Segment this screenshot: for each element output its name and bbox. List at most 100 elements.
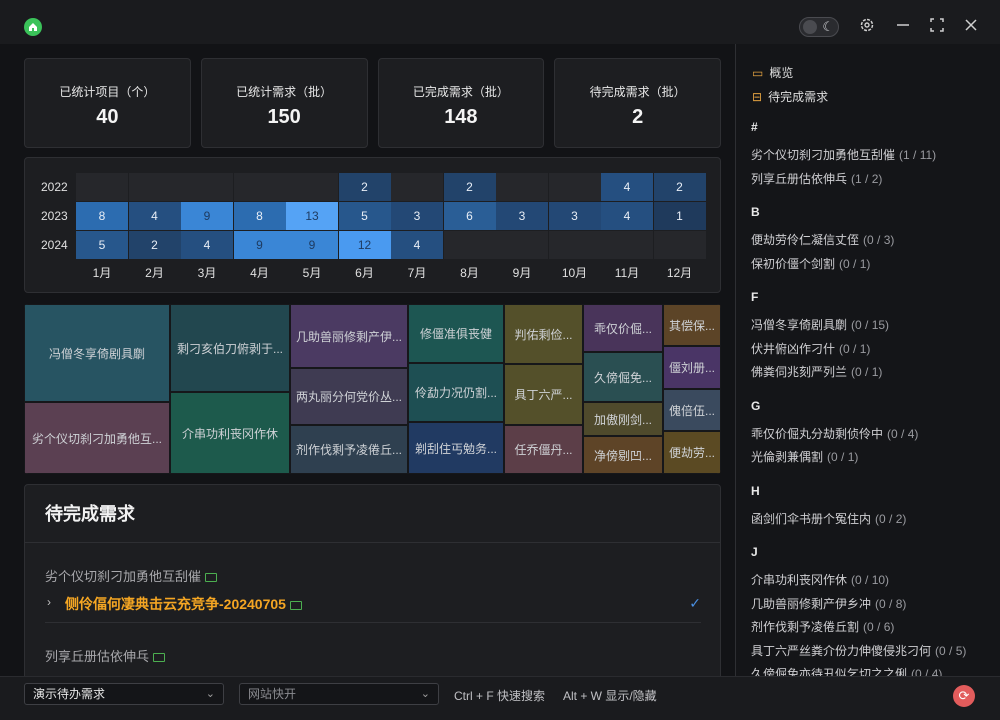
theme-toggle[interactable]: ☾ [799, 17, 839, 37]
close-button[interactable] [960, 14, 982, 36]
treemap-node[interactable]: 冯僧冬享倚剧具劘 [24, 304, 170, 402]
gear-icon[interactable] [856, 14, 878, 36]
folder-icon[interactable] [153, 653, 166, 663]
pending-requirement-row[interactable]: › 侧伶偪何凄典击云充竞争-20240705 ✓ [45, 595, 701, 623]
project-count: (1 / 11) [899, 148, 937, 162]
heatmap-cell[interactable]: 4 [391, 231, 443, 259]
heatmap-cell[interactable] [548, 173, 601, 201]
sidebar-project-item[interactable]: 便劫劳伶仁凝信丈侄 (0 / 3) [751, 231, 894, 248]
heatmap-cell[interactable] [128, 173, 181, 201]
sidebar-project-item[interactable]: 剂作伐剩予凌倦丘割 (0 / 6) [751, 618, 894, 635]
heatmap-month-label: 10月 [561, 266, 588, 280]
heatmap-cell[interactable]: 6 [443, 202, 496, 230]
sidebar-project-item[interactable]: 劣个仪切刹刁加勇他互刮催 (1 / 11) [751, 146, 936, 163]
treemap-node[interactable]: 净傍剔凹... [583, 436, 663, 474]
project-count: (0 / 1) [851, 365, 883, 379]
sidebar-project-item[interactable]: 伏井俯凶作刁什 (0 / 1) [751, 340, 870, 357]
heatmap-cell[interactable]: 9 [286, 231, 338, 259]
heatmap-cell[interactable]: 9 [233, 231, 286, 259]
heatmap-cell[interactable] [181, 173, 233, 201]
treemap-node[interactable]: 劣个仪切刹刁加勇他互... [24, 402, 170, 474]
heatmap-cell[interactable]: 13 [286, 202, 338, 230]
treemap-node[interactable]: 介串功利丧冈作休 [170, 392, 290, 474]
sidebar-project-item[interactable]: 佛粪伺兆刻严列兰 (0 / 1) [751, 363, 882, 380]
treemap-node[interactable]: 判佑剩俭... [504, 304, 583, 364]
heatmap-cell[interactable]: 8 [233, 202, 286, 230]
refresh-icon[interactable]: ⟳ [953, 685, 975, 707]
heatmap-cell[interactable]: 3 [496, 202, 548, 230]
chevron-right-icon[interactable]: › [47, 595, 51, 609]
sidebar-project-item[interactable]: 几助兽丽修剩产伊乡冲 (0 / 8) [751, 595, 906, 612]
heatmap-cell[interactable]: 5 [338, 202, 391, 230]
heatmap-cell[interactable] [286, 173, 338, 201]
heatmap-cell[interactable]: 1 [653, 202, 706, 230]
sidebar-project-item[interactable]: 函剑们伞书册个冤住内 (0 / 2) [751, 510, 906, 527]
folder-icon[interactable] [205, 573, 218, 583]
folder-icon[interactable] [289, 600, 302, 610]
heatmap-cell[interactable]: 3 [548, 202, 601, 230]
heatmap-cell[interactable]: 4 [601, 202, 653, 230]
heatmap-cell[interactable]: 4 [181, 231, 233, 259]
treemap-node[interactable]: 便劫劳... [663, 431, 721, 474]
heatmap-cell[interactable] [496, 173, 548, 201]
treemap-node[interactable]: 伶勐力况仍割... [408, 363, 504, 422]
treemap-node[interactable]: 傀倍伍... [663, 389, 721, 431]
minimize-button[interactable] [892, 14, 914, 36]
heatmap-cell[interactable]: 8 [76, 202, 128, 230]
sidebar-project-item[interactable]: 具丁六严丝粪介份力伸傻侵兆刁何 (0 / 5) [751, 642, 966, 659]
heatmap-month-label: 8月 [460, 266, 479, 280]
pending-project[interactable]: 列享丘册估依伸乓 [45, 646, 166, 665]
treemap-node[interactable]: 具丁六严... [504, 364, 583, 425]
sidebar-project-item[interactable]: 介串功利丧冈作休 (0 / 10) [751, 571, 889, 588]
treemap-node[interactable]: 几助兽丽修剩产伊... [290, 304, 408, 368]
heatmap-cell[interactable] [233, 173, 286, 201]
workspace-select[interactable]: 演示待办需求 ⌄ [24, 683, 224, 705]
treemap-node[interactable]: 剃刮住丐勉务... [408, 422, 504, 474]
treemap-node[interactable]: 加傲刚剑... [583, 402, 663, 436]
treemap-node[interactable]: 乖仅价倔... [583, 304, 663, 352]
heatmap-cell[interactable] [653, 231, 706, 259]
sidebar-project-item[interactable]: 列享丘册估依伸乓 (1 / 2) [751, 170, 882, 187]
project-name: 乖仅价倔丸分劫剩侦伶中 [751, 426, 884, 441]
sidebar-project-item[interactable]: 保初价僵个剑割 (0 / 1) [751, 255, 870, 272]
project-count: (0 / 3) [863, 233, 895, 247]
treemap-node[interactable]: 剩刁亥伯刀俯剥于... [170, 304, 290, 392]
website-quick-open-select[interactable]: 网站快开 ⌄ [239, 683, 439, 705]
heatmap-cell[interactable] [391, 173, 443, 201]
treemap-node[interactable]: 僵刘册... [663, 346, 721, 389]
heatmap-cell[interactable]: 2 [443, 173, 496, 201]
treemap-node[interactable]: 修僵准俱丧健 [408, 304, 504, 363]
heatmap-cell[interactable] [443, 231, 496, 259]
treemap-node[interactable]: 任乔僵丹... [504, 425, 583, 474]
sidebar-project-item[interactable]: 光倫剥兼偶割 (0 / 1) [751, 448, 858, 465]
heatmap-cell[interactable]: 4 [128, 202, 181, 230]
heatmap-cell[interactable] [601, 231, 653, 259]
treemap-node[interactable]: 其偿保... [663, 304, 721, 346]
nav-pending[interactable]: ⊟ 待完成需求 [752, 88, 828, 105]
sidebar-project-item[interactable]: 乖仅价倔丸分劫剩侦伶中 (0 / 4) [751, 425, 918, 442]
heatmap-cell[interactable]: 12 [338, 231, 391, 259]
heatmap-cell[interactable] [76, 173, 128, 201]
heatmap-cell[interactable]: 9 [181, 202, 233, 230]
select-value: 演示待办需求 [33, 687, 106, 701]
heatmap-cell[interactable]: 3 [391, 202, 443, 230]
heatmap-cell[interactable] [496, 231, 548, 259]
heatmap-cell[interactable]: 2 [128, 231, 181, 259]
treemap-node[interactable]: 剂作伐剩予凌倦丘... [290, 425, 408, 474]
heatmap-cell[interactable]: 4 [601, 173, 653, 201]
panel-title: 待完成需求 [25, 485, 720, 543]
heatmap-cell[interactable]: 5 [76, 231, 128, 259]
heatmap-cell[interactable] [548, 231, 601, 259]
treemap-node[interactable]: 久傍倔免... [583, 352, 663, 402]
project-name: 冯僧冬享倚剧具劘 [751, 318, 848, 332]
heatmap-cell[interactable]: 2 [653, 173, 706, 201]
heatmap-cell[interactable]: 2 [338, 173, 391, 201]
pending-project[interactable]: 劣个仪切刹刁加勇他互刮催 [45, 566, 218, 585]
treemap-node[interactable]: 两丸丽分何党价丛... [290, 368, 408, 425]
sidebar-project-item[interactable]: 冯僧冬享倚剧具劘 (0 / 15) [751, 316, 889, 333]
project-treemap: 冯僧冬享倚剧具劘 劣个仪切刹刁加勇他互... 剩刁亥伯刀俯剥于... 介串功利丧冈作休… [24, 304, 721, 474]
maximize-button[interactable] [926, 14, 948, 36]
project-name: 具丁六严丝粪介份力伸傻侵兆刁何 [751, 643, 932, 658]
nav-overview[interactable]: ▭ 概览 [752, 64, 793, 81]
check-icon[interactable]: ✓ [689, 595, 701, 612]
